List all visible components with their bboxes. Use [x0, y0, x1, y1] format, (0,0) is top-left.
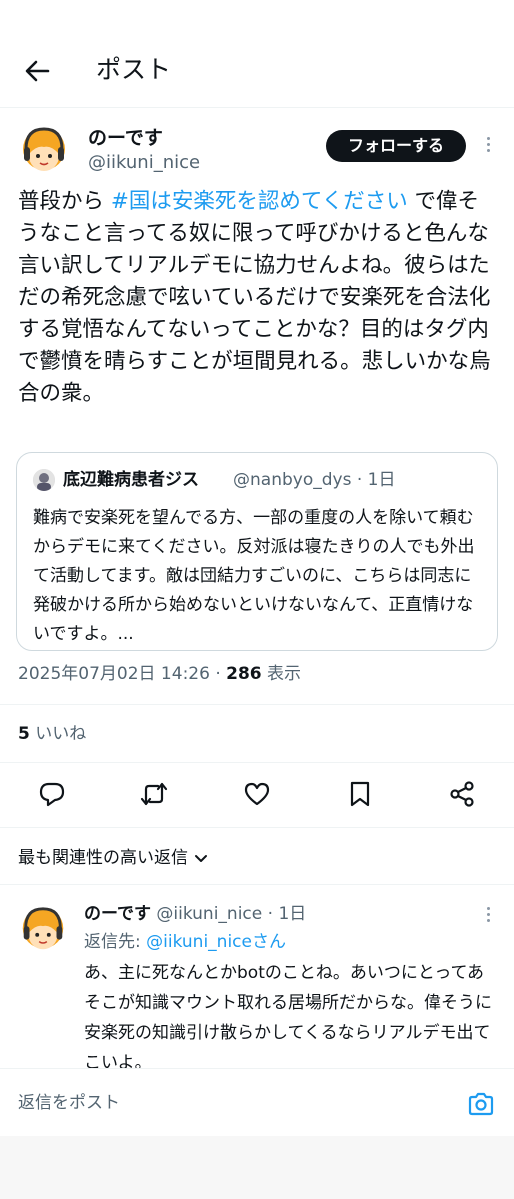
likes-label: いいね: [29, 724, 87, 744]
reply-to: 返信先: @iikuni_niceさん: [84, 930, 286, 954]
likes-count: 5: [18, 724, 30, 744]
reply-author-avatar[interactable]: [16, 903, 70, 957]
chevron-down-icon: [195, 855, 207, 862]
page-title: ポスト: [96, 55, 172, 84]
quote-text: 難病で安楽死を望んでる方、一部の重度の人を除いて頼むからデモに来てください。反対…: [33, 508, 475, 644]
post-timestamp[interactable]: 2025年07月02日 14:26 ·: [18, 664, 226, 684]
post-text: 普段から #国は安楽死を認めてください で偉そうなこと言ってる奴に限って呼びかけ…: [18, 186, 498, 410]
reply-composer: 返信をポスト: [0, 1068, 514, 1136]
divider: [0, 704, 514, 705]
reply-to-handle[interactable]: @iikuni_niceさん: [146, 932, 286, 952]
quote-avatar: [33, 469, 55, 491]
likes-stat[interactable]: 5 いいね: [18, 722, 86, 746]
bookmark-icon[interactable]: [345, 779, 375, 809]
more-icon[interactable]: [484, 907, 492, 927]
views-label: 表示: [261, 664, 302, 684]
reply-author-meta: @iikuni_nice · 1日: [150, 904, 307, 924]
divider: [0, 827, 514, 828]
more-icon[interactable]: [484, 137, 492, 157]
reply-sort-label: 最も関連性の高い返信: [18, 848, 188, 868]
reply-sort-selector[interactable]: 最も関連性の高い返信: [18, 846, 208, 870]
follow-button[interactable]: フォローする: [326, 130, 466, 162]
divider: [0, 884, 514, 885]
like-icon[interactable]: [242, 779, 272, 809]
reply-to-prefix: 返信先:: [84, 932, 147, 952]
post-text-before: 普段から: [18, 189, 111, 214]
camera-icon[interactable]: [466, 1089, 496, 1119]
views-count: 286: [226, 664, 262, 684]
reply-text: あ、主に死なんとかbotのことね。あいつにとってあそこが知識マウント取れる居場所…: [84, 963, 492, 1073]
hashtag-link[interactable]: #国は安楽死を認めてください: [111, 189, 408, 214]
repost-icon[interactable]: [139, 779, 169, 809]
back-arrow-icon[interactable]: [22, 56, 52, 86]
share-icon[interactable]: [447, 779, 477, 809]
author-handle[interactable]: @iikuni_nice: [88, 151, 200, 175]
author-avatar[interactable]: [16, 123, 72, 179]
reply-input[interactable]: 返信をポスト: [18, 1091, 120, 1115]
reply-author-name[interactable]: のーです: [84, 904, 151, 924]
author-name[interactable]: のーです: [88, 126, 163, 150]
bottom-area: [0, 1136, 514, 1199]
post-text-after: で偉そうなこと言ってる奴に限って呼びかけると色んな言い訳してリアルデモに協力せん…: [18, 189, 491, 406]
reply-header: のーです @iikuni_nice · 1日: [84, 902, 306, 926]
quoted-post[interactable]: 底辺難病患者ジス @nanbyo_dys · 1日 難病で安楽死を望んでる方、一…: [16, 452, 498, 651]
post-meta: 2025年07月02日 14:26 · 286 表示: [18, 662, 301, 686]
quote-author-meta: @nanbyo_dys · 1日: [233, 470, 396, 490]
reply-icon[interactable]: [37, 779, 67, 809]
divider: [0, 762, 514, 763]
quote-author-name: 底辺難病患者ジス: [63, 470, 199, 490]
top-bar: ポスト: [0, 0, 514, 108]
